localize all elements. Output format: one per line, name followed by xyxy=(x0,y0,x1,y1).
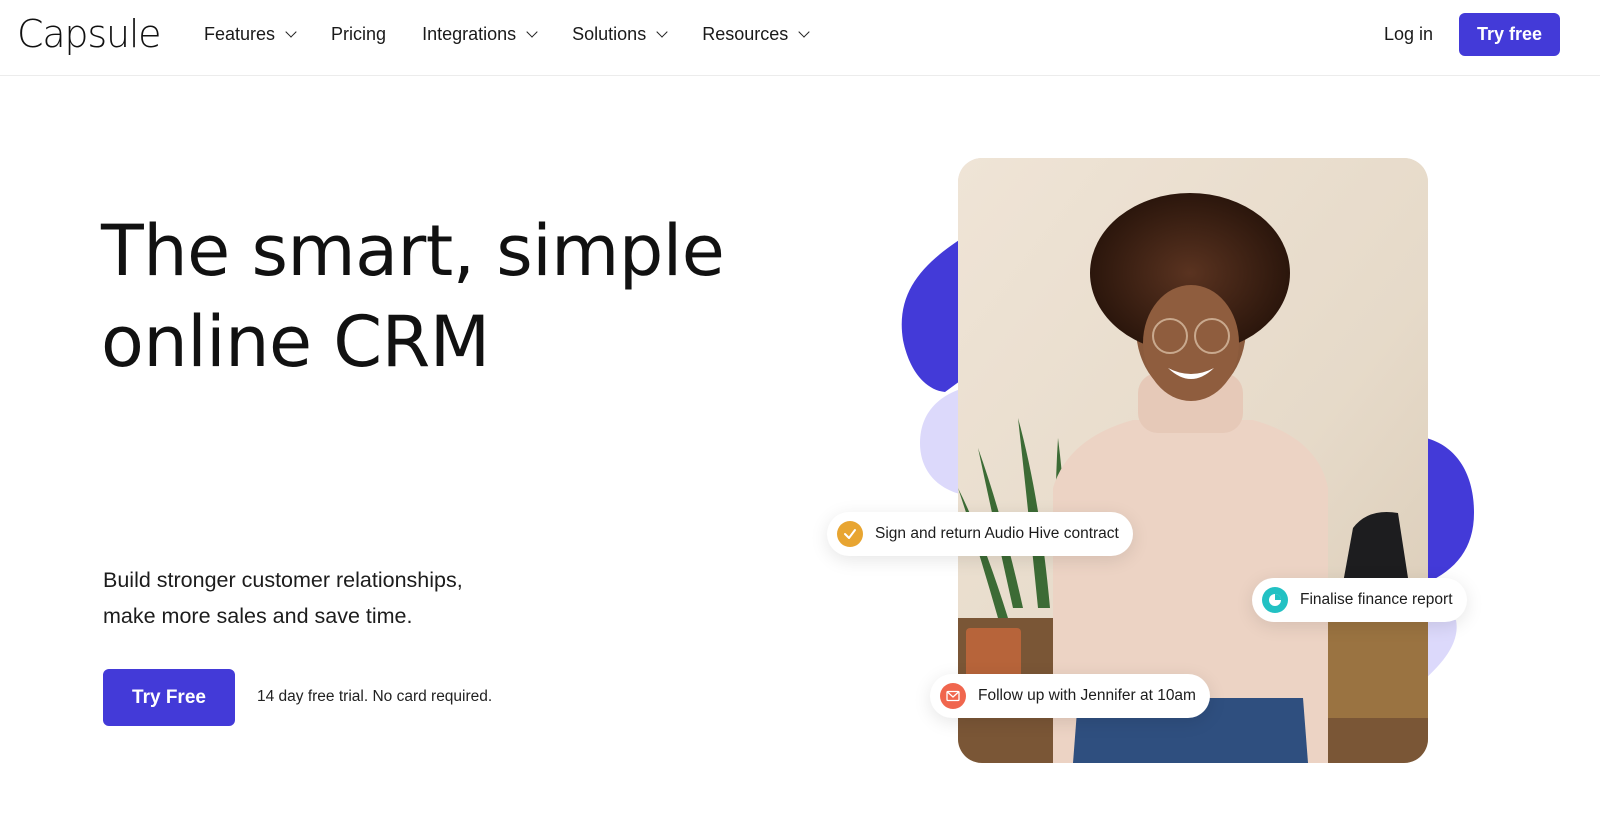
hero-title: The smart, simple online CRM xyxy=(101,206,725,388)
hero-subtitle-line: Build stronger customer relationships, xyxy=(103,568,463,592)
site-header: Capsule Features Pricing Integrations So… xyxy=(0,0,1600,76)
capsule-logo[interactable]: Capsule xyxy=(17,12,162,56)
chevron-down-icon xyxy=(798,25,810,38)
nav-resources[interactable]: Resources xyxy=(702,22,810,46)
blob-light-right xyxy=(1426,620,1457,678)
nav-features[interactable]: Features xyxy=(204,22,297,46)
trial-note: 14 day free trial. No card required. xyxy=(257,688,493,705)
woman-portrait-illustration xyxy=(958,158,1428,763)
task-label: Finalise finance report xyxy=(1300,591,1453,608)
task-chip: Sign and return Audio Hive contract xyxy=(827,512,1133,556)
pie-chart-icon xyxy=(1262,587,1288,613)
chevron-down-icon xyxy=(526,25,538,38)
nav-resources-label: Resources xyxy=(702,23,789,44)
nav-integrations[interactable]: Integrations xyxy=(422,22,538,46)
nav-pricing[interactable]: Pricing xyxy=(331,22,386,46)
task-label: Sign and return Audio Hive contract xyxy=(875,525,1119,542)
task-chip: Follow up with Jennifer at 10am xyxy=(930,674,1210,718)
blob-dark-right xyxy=(1426,438,1474,583)
check-icon xyxy=(837,521,863,547)
hero-title-line: online CRM xyxy=(101,301,490,383)
chevron-down-icon xyxy=(285,25,297,38)
nav-solutions[interactable]: Solutions xyxy=(572,22,668,46)
chevron-down-icon xyxy=(656,25,668,38)
nav-pricing-label: Pricing xyxy=(331,23,387,44)
login-link[interactable]: Log in xyxy=(1384,24,1433,45)
task-label: Follow up with Jennifer at 10am xyxy=(978,687,1196,704)
try-free-header-button[interactable]: Try free xyxy=(1459,13,1560,56)
nav-features-label: Features xyxy=(204,23,276,44)
mail-icon xyxy=(940,683,966,709)
main-nav: Features Pricing Integrations Solutions … xyxy=(204,22,844,46)
hero-title-line: The smart, simple xyxy=(101,210,725,292)
nav-integrations-label: Integrations xyxy=(422,23,517,44)
hero-subtitle: Build stronger customer relationships, m… xyxy=(103,562,463,634)
task-chip: Finalise finance report xyxy=(1252,578,1467,622)
hero-photo xyxy=(958,158,1428,763)
nav-solutions-label: Solutions xyxy=(572,23,647,44)
hero-subtitle-line: make more sales and save time. xyxy=(103,604,413,628)
try-free-cta-button[interactable]: Try Free xyxy=(103,669,235,726)
